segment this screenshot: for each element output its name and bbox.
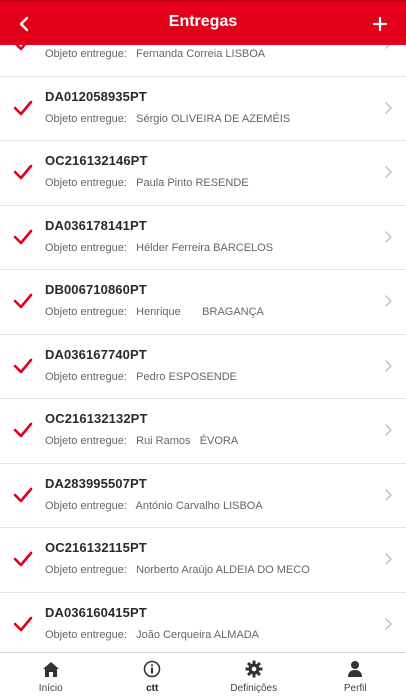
tracking-code: OC216132115PT	[45, 540, 147, 555]
tracking-code: DA283995507PT	[45, 475, 147, 491]
check-icon	[13, 164, 33, 180]
top-bar: Entregas	[0, 0, 406, 45]
tab-definicoes[interactable]: Definições	[203, 653, 305, 700]
tracking-code: OC216132132PT	[45, 411, 148, 426]
check-icon	[13, 293, 33, 309]
tracking-code: DA036178141PT	[45, 217, 147, 233]
recipient-location: Paula Pinto RESENDE	[136, 177, 249, 189]
user-icon	[345, 659, 365, 679]
recipient-location: João Cerqueira ALMADA	[136, 628, 260, 641]
add-button[interactable]	[366, 10, 394, 38]
delivery-status-line: Objeto entregue: Pedro ESPOSENDE	[45, 371, 237, 383]
delivery-status: Objeto entregue:	[45, 564, 127, 576]
tab-inicio[interactable]: Início	[0, 653, 102, 700]
recipient-location: Pedro ESPOSENDE	[136, 370, 237, 383]
check-icon	[13, 487, 33, 502]
chevron-right-icon	[385, 617, 392, 630]
check-icon	[13, 229, 33, 244]
delivery-status-line: Objeto entregue: Norberto Araújo ALDEIA …	[45, 564, 310, 576]
tab-label: Início	[38, 683, 63, 694]
tab-label: ctt	[146, 683, 159, 694]
delivery-status-line: Objeto entregue: Sérgio OLIVEIRA DE AZEM…	[45, 113, 290, 125]
check-icon	[13, 551, 33, 567]
tracking-code: DA012058935PT	[45, 88, 147, 104]
check-icon	[13, 422, 33, 438]
chevron-right-icon	[385, 166, 392, 178]
chevron-right-icon	[385, 295, 392, 307]
delivery-status-line: Objeto entregue: Henrique BRAGANÇA	[45, 306, 264, 318]
recipient-location: Sérgio OLIVEIRA DE AZEMÉIS	[136, 112, 291, 125]
chevron-right-icon	[385, 101, 392, 114]
deliveries-list[interactable]: OC216132150PT Objeto entregue: Fernanda …	[0, 45, 406, 652]
delivery-status-line: Objeto entregue: Hélder Ferreira BARCELO…	[45, 242, 273, 254]
gear-icon	[244, 659, 264, 679]
tracking-code: OC216132146PT	[45, 153, 148, 168]
delivery-status: Objeto entregue:	[45, 435, 127, 447]
tab-ctt[interactable]: ctt	[102, 653, 204, 700]
delivery-row[interactable]: OC216132115PT Objeto entregue: Norberto …	[0, 528, 406, 593]
delivery-row[interactable]: DA036167740PT Objeto entregue: Pedro ESP…	[0, 335, 406, 399]
app: Entregas OC216132150PT Objeto entregue: …	[0, 0, 406, 700]
tracking-code: DA036167740PT	[45, 346, 147, 362]
delivery-status: Objeto entregue:	[45, 241, 127, 254]
delivery-status: Objeto entregue:	[45, 48, 127, 60]
chevron-right-icon	[385, 424, 392, 436]
recipient-location: Fernanda Correia LISBOA	[136, 48, 266, 60]
chevron-right-icon	[385, 230, 392, 243]
page-title: Entregas	[168, 13, 238, 30]
recipient-location: Rui Ramos ÉVORA	[136, 435, 239, 447]
delivery-status-line: Objeto entregue: Fernanda Correia LISBOA	[45, 48, 265, 60]
tab-label: Definições	[230, 683, 278, 694]
chevron-right-icon	[385, 553, 392, 565]
recipient-location: Hélder Ferreira BARCELOS	[136, 241, 274, 254]
recipient-location: António Carvalho LISBOA	[135, 499, 263, 512]
tab-label: Perfil	[343, 683, 367, 694]
check-icon	[13, 358, 33, 373]
delivery-row[interactable]: DA012058935PT Objeto entregue: Sérgio OL…	[0, 77, 406, 141]
delivery-row[interactable]: OC216132146PT Objeto entregue: Paula Pin…	[0, 141, 406, 206]
delivery-status-line: Objeto entregue: Paula Pinto RESENDE	[45, 177, 249, 189]
chevron-right-icon	[385, 45, 390, 49]
delivery-row[interactable]: OC216132132PT Objeto entregue: Rui Ramos…	[0, 399, 406, 464]
chevron-right-icon	[385, 488, 392, 501]
tracking-code: DA036160415PT	[45, 604, 147, 620]
delivery-status: Objeto entregue:	[45, 177, 127, 189]
home-icon	[41, 659, 61, 679]
plus-icon	[372, 16, 388, 32]
delivery-status: Objeto entregue:	[45, 499, 127, 512]
check-icon	[13, 616, 33, 631]
delivery-row[interactable]: DB006710860PT Objeto entregue: Henrique …	[0, 270, 406, 335]
delivery-status: Objeto entregue:	[45, 306, 127, 318]
chevron-right-icon	[385, 359, 392, 372]
delivery-status: Objeto entregue:	[45, 112, 127, 125]
delivery-status: Objeto entregue:	[45, 370, 127, 383]
delivery-row[interactable]: OC216132150PT Objeto entregue: Fernanda …	[0, 45, 406, 77]
delivery-status-line: Objeto entregue: António Carvalho LISBOA	[45, 500, 263, 512]
delivery-status-line: Objeto entregue: Rui Ramos ÉVORA	[45, 435, 238, 447]
check-icon	[13, 100, 33, 115]
tab-perfil[interactable]: Perfil	[305, 653, 406, 700]
delivery-status: Objeto entregue:	[45, 628, 127, 641]
delivery-row[interactable]: DA036160415PT Objeto entregue: João Cerq…	[0, 593, 406, 653]
recipient-location: Norberto Araújo ALDEIA DO MECO	[136, 564, 310, 576]
delivery-row[interactable]: DA283995507PT Objeto entregue: António C…	[0, 464, 406, 528]
deliveries-list-inner: OC216132150PT Objeto entregue: Fernanda …	[0, 45, 406, 652]
tracking-code: DB006710860PT	[45, 282, 147, 297]
delivery-row[interactable]: DA036178141PT Objeto entregue: Hélder Fe…	[0, 206, 406, 270]
bottom-tab-bar: Início ctt Definições Perfil	[0, 652, 406, 700]
info-icon	[142, 659, 162, 679]
recipient-location: Henrique BRAGANÇA	[136, 306, 264, 318]
check-icon	[15, 45, 27, 51]
delivery-status-line: Objeto entregue: João Cerqueira ALMADA	[45, 629, 259, 641]
